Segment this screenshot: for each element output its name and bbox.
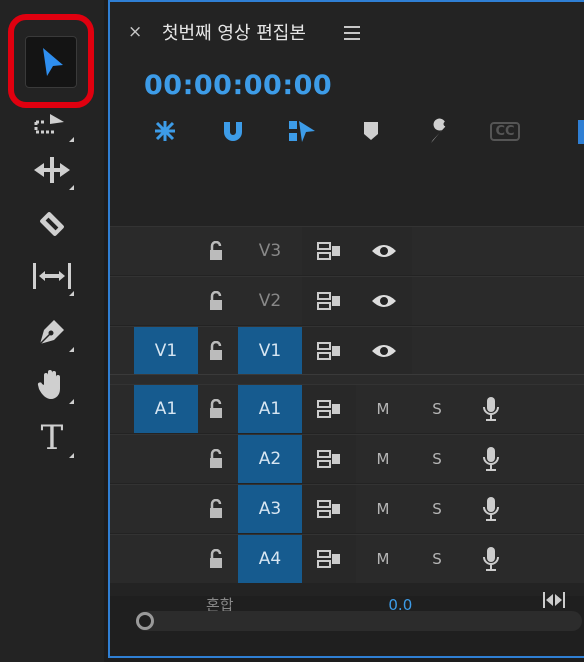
linked-selection-button[interactable] — [287, 116, 317, 146]
unlock-icon[interactable] — [208, 449, 226, 469]
microphone-icon — [483, 497, 499, 521]
sync-lock-icon[interactable] — [302, 435, 356, 483]
track-target-a4[interactable]: A4 — [238, 535, 302, 583]
razor-tool[interactable] — [24, 198, 80, 250]
snap-button[interactable] — [218, 116, 248, 146]
eye-icon[interactable] — [356, 327, 412, 375]
captions-icon: CC — [490, 121, 520, 141]
unlock-icon[interactable] — [208, 341, 226, 361]
sync-lock-icon[interactable] — [302, 485, 356, 533]
slip-icon — [33, 263, 71, 289]
tools-panel: T — [0, 0, 104, 662]
mute-button[interactable]: M — [356, 435, 410, 483]
solo-button[interactable]: S — [410, 435, 464, 483]
track-select-icon — [34, 114, 64, 134]
unlock-icon[interactable] — [208, 499, 226, 519]
microphone-icon — [483, 547, 499, 571]
track-row-a1: A1 A1 M S — [110, 384, 584, 433]
voiceover-record-button[interactable] — [464, 535, 518, 583]
track-target-a3[interactable]: A3 — [238, 485, 302, 533]
track-target-v2[interactable]: V2 — [238, 277, 302, 325]
voiceover-record-button[interactable] — [464, 385, 518, 433]
type-icon: T — [40, 418, 64, 458]
nest-icon — [155, 121, 175, 141]
solo-button[interactable]: S — [410, 485, 464, 533]
playhead-marker — [578, 120, 584, 144]
source-patch-v1[interactable]: V1 — [134, 327, 198, 375]
track-target-a1[interactable]: A1 — [238, 385, 302, 433]
microphone-icon — [483, 447, 499, 471]
track-height-toggle-icon[interactable] — [542, 590, 566, 610]
linked-selection-icon — [289, 121, 315, 142]
close-tab-button[interactable]: × — [128, 22, 142, 42]
snap-icon — [224, 122, 242, 141]
track-target-a2[interactable]: A2 — [238, 435, 302, 483]
track-row-a3: A3 M S — [110, 484, 584, 533]
zoom-scrollbar[interactable] — [136, 611, 582, 631]
solo-button[interactable]: S — [410, 535, 464, 583]
track-row-a4: A4 M S — [110, 534, 584, 583]
selection-tool-highlight — [8, 14, 94, 108]
track-row-a2: A2 M S — [110, 434, 584, 483]
zoom-scrollbar-handle[interactable] — [136, 612, 154, 630]
playhead-timecode[interactable]: 00:00:00:00 — [144, 70, 332, 101]
panel-menu-icon[interactable] — [344, 26, 360, 44]
voiceover-record-button[interactable] — [464, 485, 518, 533]
razor-icon — [40, 212, 64, 236]
eye-icon[interactable] — [356, 227, 412, 275]
unlock-icon[interactable] — [208, 399, 226, 419]
track-target-v3[interactable]: V3 — [238, 227, 302, 275]
source-patch-a1[interactable]: A1 — [134, 385, 198, 433]
voiceover-record-button[interactable] — [464, 435, 518, 483]
hand-tool[interactable] — [24, 358, 80, 410]
unlock-icon[interactable] — [208, 241, 226, 261]
track-row-v3: V3 — [110, 226, 584, 275]
pen-icon — [39, 320, 64, 345]
timeline-settings-button[interactable] — [424, 116, 454, 146]
nest-toggle-button[interactable] — [150, 116, 180, 146]
unlock-icon[interactable] — [208, 291, 226, 311]
track-row-v2: V2 — [110, 276, 584, 325]
sync-lock-icon[interactable] — [302, 327, 356, 375]
hand-icon — [37, 370, 60, 399]
sync-lock-icon[interactable] — [302, 277, 356, 325]
settings-icon — [431, 118, 449, 143]
microphone-icon — [483, 397, 499, 421]
type-tool[interactable]: T — [24, 412, 80, 464]
track-target-v1[interactable]: V1 — [238, 327, 302, 375]
add-marker-button[interactable] — [356, 116, 386, 146]
mute-button[interactable]: M — [356, 385, 410, 433]
solo-button[interactable]: S — [410, 385, 464, 433]
sync-lock-icon[interactable] — [302, 385, 356, 433]
sequence-title[interactable]: 첫번째 영상 편집본 — [162, 19, 306, 45]
ripple-icon — [34, 157, 70, 183]
mute-button[interactable]: M — [356, 485, 410, 533]
pen-tool[interactable] — [24, 306, 80, 358]
slip-tool[interactable] — [24, 250, 80, 302]
ripple-edit-tool[interactable] — [24, 144, 80, 196]
track-select-tool[interactable] — [24, 96, 80, 148]
sync-lock-icon[interactable] — [302, 227, 356, 275]
mute-button[interactable]: M — [356, 535, 410, 583]
track-row-v1: V1 V1 — [110, 326, 584, 375]
captions-button[interactable]: CC — [490, 116, 520, 146]
audio-track-headers: A1 A1 M S A2 M S A3 M S A4 M S — [110, 384, 584, 596]
unlock-icon[interactable] — [208, 549, 226, 569]
marker-icon — [364, 122, 378, 140]
sync-lock-icon[interactable] — [302, 535, 356, 583]
eye-icon[interactable] — [356, 277, 412, 325]
